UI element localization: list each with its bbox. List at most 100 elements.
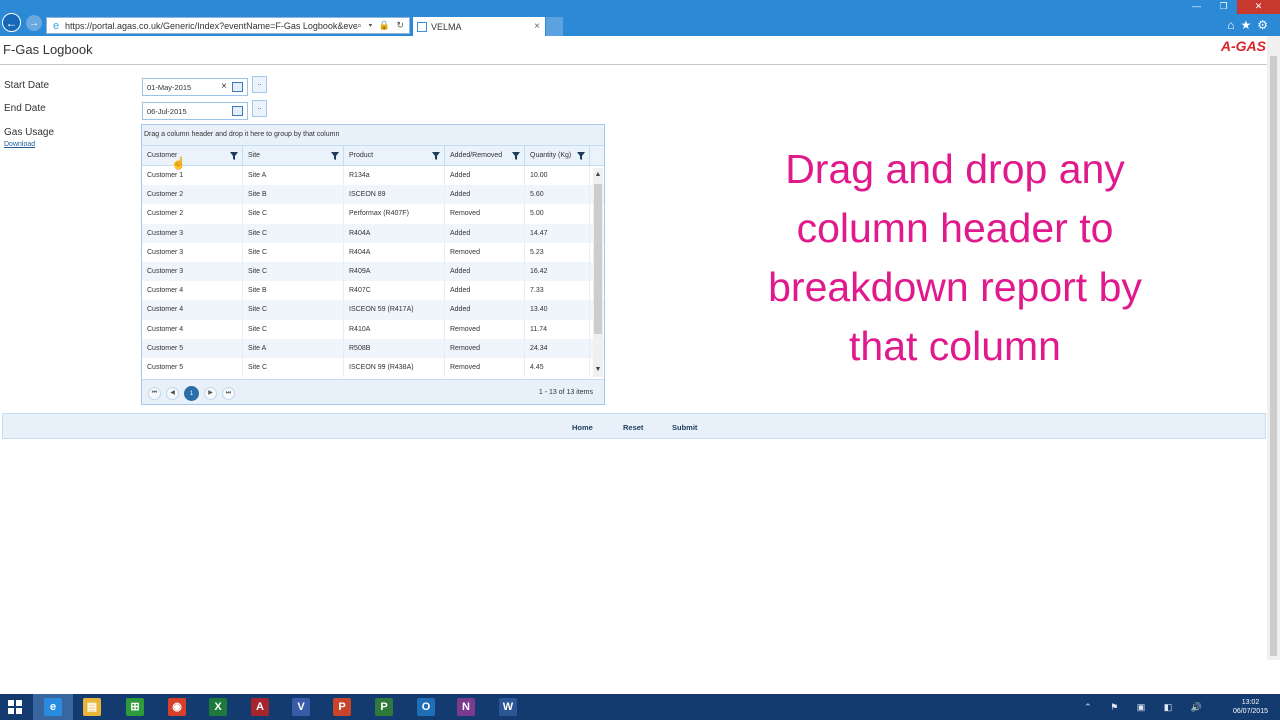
- page-1-button[interactable]: 1: [184, 386, 199, 401]
- clock[interactable]: 13:02 06/07/2015: [1233, 698, 1268, 716]
- home-link[interactable]: Home: [572, 423, 593, 432]
- table-row[interactable]: Customer 3 Site C R404A Removed 5.23: [142, 242, 604, 262]
- table-cell: 7.33: [525, 281, 590, 301]
- table-cell: Removed: [445, 357, 525, 378]
- reset-link[interactable]: Reset: [623, 423, 643, 432]
- table-row[interactable]: Customer 5 Site C ISCEON 99 (R438A) Removed…: [142, 357, 604, 378]
- new-tab-button[interactable]: [546, 17, 563, 36]
- submit-link[interactable]: Submit: [672, 423, 697, 432]
- table-cell: 4.45: [525, 357, 590, 378]
- back-button[interactable]: ←: [2, 13, 21, 32]
- prev-page-button[interactable]: ◀: [166, 387, 179, 400]
- home-favorites-settings-icons[interactable]: ⌂★⚙: [1227, 18, 1274, 32]
- table-cell: Customer 2: [142, 204, 243, 224]
- taskbar-app-outlook[interactable]: O: [406, 694, 446, 720]
- page-scrollbar-thumb[interactable]: [1270, 56, 1277, 656]
- next-page-button[interactable]: ▶: [204, 387, 217, 400]
- column-header-label: Quantity (Kg): [530, 152, 572, 159]
- column-header-label: Added/Removed: [450, 152, 503, 159]
- table-cell: R404A: [344, 223, 445, 243]
- browser-tab[interactable]: VELMA ×: [413, 17, 545, 36]
- calendar-icon[interactable]: [232, 106, 243, 116]
- table-cell: Added: [445, 166, 525, 186]
- taskbar-app-access[interactable]: A: [240, 694, 280, 720]
- restore-button[interactable]: ❐: [1210, 0, 1237, 14]
- table-cell: Customer 4: [142, 300, 243, 320]
- table-cell: Customer 3: [142, 261, 243, 282]
- end-date-input[interactable]: 06-Jul-2015: [142, 102, 248, 120]
- table-row[interactable]: Customer 2 Site B ISCEON 89 Added 5.60: [142, 185, 604, 205]
- table-row[interactable]: Customer 3 Site C R409A Added 16.42: [142, 261, 604, 282]
- table-cell: Site C: [243, 357, 344, 378]
- column-header-product[interactable]: Product: [344, 146, 445, 166]
- column-header-customer[interactable]: Customer: [142, 146, 243, 166]
- taskbar-app-onenote[interactable]: N: [446, 694, 486, 720]
- taskbar-app-powerpoint[interactable]: P: [322, 694, 362, 720]
- grid-scrollbar[interactable]: ▲ ▼: [593, 168, 603, 377]
- taskbar-app-visio[interactable]: V: [281, 694, 321, 720]
- system-tray-icons[interactable]: ⌃ ⚑ ▣ ◧ 🔊: [1084, 702, 1210, 713]
- end-date-options-button[interactable]: ..: [252, 100, 267, 117]
- grid-scrollbar-thumb[interactable]: [594, 184, 602, 334]
- table-cell: 24.34: [525, 338, 590, 358]
- table-row[interactable]: Customer 4 Site C ISCEON 59 (R417A) Added 13…: [142, 300, 604, 320]
- calendar-icon[interactable]: [232, 82, 243, 92]
- filter-icon[interactable]: [230, 152, 238, 160]
- table-cell: R407C: [344, 281, 445, 301]
- start-date-options-button[interactable]: ..: [252, 76, 267, 93]
- table-cell: Customer 5: [142, 357, 243, 378]
- forward-button[interactable]: →: [26, 15, 42, 31]
- table-row[interactable]: Customer 4 Site B R407C Added 7.33: [142, 281, 604, 301]
- taskbar-app-explorer[interactable]: ▤: [72, 694, 112, 720]
- caption-line: column header to: [796, 205, 1114, 251]
- table-row[interactable]: Customer 2 Site C Performax (R407F) Removed…: [142, 204, 604, 224]
- first-page-button[interactable]: ⏮: [148, 387, 161, 400]
- group-drop-panel[interactable]: Drag a column header and drop it here to…: [142, 125, 604, 146]
- table-row[interactable]: Customer 5 Site A R508B Removed 24.34: [142, 338, 604, 358]
- table-cell: R409A: [344, 261, 445, 282]
- onenote-icon: N: [457, 698, 475, 716]
- pager-info: 1 - 13 of 13 items: [538, 389, 593, 396]
- explorer-icon: ▤: [83, 698, 101, 716]
- start-date-input[interactable]: 01-May-2015 ×: [142, 78, 248, 96]
- column-header-quantity[interactable]: Quantity (Kg): [525, 146, 590, 166]
- address-tools-icons[interactable]: ⌕ ▾ 🔒 ↻: [357, 20, 409, 31]
- scroll-down-icon[interactable]: ▼: [593, 365, 603, 375]
- taskbar-app-word[interactable]: W: [488, 694, 528, 720]
- taskbar-app-store[interactable]: ⊞: [115, 694, 155, 720]
- column-header-added-removed[interactable]: Added/Removed: [445, 146, 525, 166]
- taskbar-app-excel[interactable]: X: [198, 694, 238, 720]
- table-cell: 5.00: [525, 204, 590, 224]
- scroll-up-icon[interactable]: ▲: [593, 170, 603, 180]
- taskbar-app-chrome[interactable]: ◉: [157, 694, 197, 720]
- address-url[interactable]: https://portal.agas.co.uk/Generic/Index?…: [65, 21, 357, 31]
- taskbar-app-ie[interactable]: e: [33, 694, 73, 720]
- table-cell: 13.40: [525, 300, 590, 320]
- tab-close-icon[interactable]: ×: [534, 21, 540, 32]
- table-cell: Customer 3: [142, 223, 243, 243]
- last-page-button[interactable]: ⏭: [222, 387, 235, 400]
- clear-icon[interactable]: ×: [221, 81, 227, 92]
- start-button[interactable]: [0, 694, 30, 720]
- tutorial-caption: Drag and drop any column header to break…: [720, 140, 1190, 376]
- filter-icon[interactable]: [432, 152, 440, 160]
- address-bar[interactable]: e https://portal.agas.co.uk/Generic/Inde…: [46, 17, 410, 34]
- column-header-site[interactable]: Site: [243, 146, 344, 166]
- table-row[interactable]: Customer 4 Site C R410A Removed 11.74: [142, 319, 604, 339]
- access-icon: A: [251, 698, 269, 716]
- filter-icon[interactable]: [331, 152, 339, 160]
- mouse-cursor-icon: ☝: [171, 156, 186, 170]
- table-cell: R134a: [344, 166, 445, 186]
- excel-icon: X: [209, 698, 227, 716]
- minimize-button[interactable]: —: [1183, 0, 1210, 14]
- taskbar-app-project[interactable]: P: [364, 694, 404, 720]
- close-window-button[interactable]: ✕: [1237, 0, 1280, 14]
- download-link[interactable]: Download: [4, 141, 35, 148]
- table-row[interactable]: Customer 1 Site A R134a Added 10.00: [142, 166, 604, 186]
- table-row[interactable]: Customer 3 Site C R404A Added 14.47: [142, 223, 604, 243]
- table-cell: Added: [445, 223, 525, 243]
- filter-icon[interactable]: [577, 152, 585, 160]
- filter-icon[interactable]: [512, 152, 520, 160]
- page-scrollbar[interactable]: [1267, 36, 1280, 660]
- browser-chrome: ← → e https://portal.agas.co.uk/Generic/…: [0, 0, 1280, 36]
